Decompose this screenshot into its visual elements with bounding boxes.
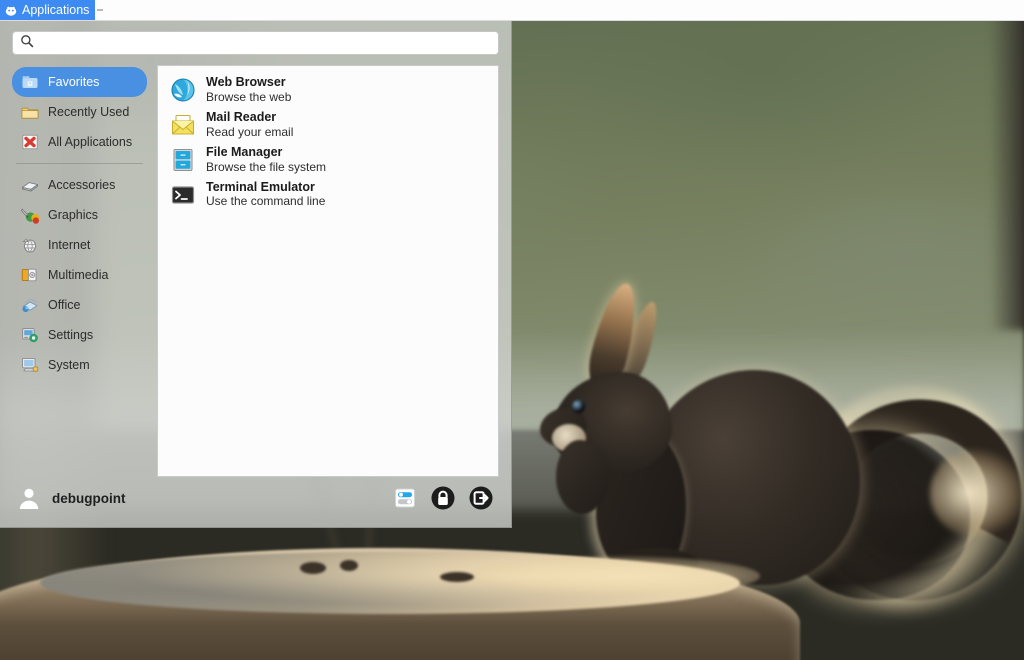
list-item[interactable]: Mail Reader Read your email	[158, 107, 498, 142]
sidebar-item-label: Internet	[48, 238, 90, 252]
folder-icon	[20, 102, 40, 122]
system-icon	[20, 355, 40, 375]
sidebar-item-label: Office	[48, 298, 80, 312]
multimedia-icon	[20, 265, 40, 285]
sidebar-item-label: All Applications	[48, 135, 132, 149]
sidebar-item-label: Graphics	[48, 208, 98, 222]
list-item[interactable]: Web Browser Browse the web	[158, 72, 498, 107]
menu-footer: debugpoint	[12, 477, 499, 519]
list-item-text: Mail Reader Read your email	[206, 110, 293, 139]
panel-empty-area	[104, 0, 1024, 20]
list-item-text: Terminal Emulator Use the command line	[206, 180, 325, 209]
favorites-icon	[20, 72, 40, 92]
application-description: Use the command line	[206, 194, 325, 208]
applications-menu-label: Applications	[22, 0, 89, 21]
sidebar-item-label: Recently Used	[48, 105, 129, 119]
graphics-icon	[20, 205, 40, 225]
application-list: Web Browser Browse the web	[157, 65, 499, 477]
squirrel-eye	[572, 400, 585, 413]
search-row	[12, 31, 499, 65]
lock-screen-button[interactable]	[429, 484, 457, 512]
globe-icon	[170, 77, 196, 103]
applications-menu-button[interactable]: Applications	[0, 0, 95, 20]
search-icon	[20, 34, 34, 53]
list-item[interactable]: Terminal Emulator Use the command line	[158, 177, 498, 212]
application-description: Browse the file system	[206, 160, 326, 174]
xfce-top-panel: Applications	[0, 0, 1024, 21]
all-apps-icon	[20, 132, 40, 152]
sidebar-item-label: Settings	[48, 328, 93, 342]
application-name: Terminal Emulator	[206, 180, 325, 195]
category-separator	[16, 163, 143, 164]
sidebar-item-label: System	[48, 358, 90, 372]
panel-drag-handle[interactable]	[95, 0, 104, 20]
log-out-button[interactable]	[467, 484, 495, 512]
squirrel-arm	[556, 440, 608, 514]
whisker-menu: Favorites Recently Used	[0, 21, 512, 528]
sidebar-item-favorites[interactable]: Favorites	[12, 67, 147, 97]
sidebar-item-office[interactable]: Office	[12, 290, 147, 320]
application-description: Read your email	[206, 125, 293, 139]
sidebar-item-multimedia[interactable]: Multimedia	[12, 260, 147, 290]
sidebar-item-system[interactable]: System	[12, 350, 147, 380]
sidebar-item-accessories[interactable]: Accessories	[12, 170, 147, 200]
menu-body: Favorites Recently Used	[12, 65, 499, 477]
username-label: debugpoint	[52, 491, 381, 506]
xfce-mouse-icon	[4, 3, 18, 17]
application-name: File Manager	[206, 145, 326, 160]
sidebar-item-recently-used[interactable]: Recently Used	[12, 97, 147, 127]
envelope-icon	[170, 112, 196, 138]
sidebar-item-all-applications[interactable]: All Applications	[12, 127, 147, 157]
wallpaper-stump-debris	[340, 560, 358, 571]
search-input[interactable]	[40, 36, 491, 50]
file-cabinet-icon	[170, 147, 196, 173]
wallpaper-tree-right	[990, 0, 1024, 330]
sidebar-item-settings[interactable]: Settings	[12, 320, 147, 350]
settings-button[interactable]	[391, 484, 419, 512]
desktop-screen: Applications	[0, 0, 1024, 660]
wallpaper-sawdust	[470, 556, 760, 596]
sidebar-item-label: Multimedia	[48, 268, 108, 282]
office-icon	[20, 295, 40, 315]
sidebar-item-graphics[interactable]: Graphics	[12, 200, 147, 230]
sidebar-item-label: Favorites	[48, 75, 99, 89]
terminal-icon	[170, 182, 196, 208]
list-item-text: Web Browser Browse the web	[206, 75, 291, 104]
application-description: Browse the web	[206, 90, 291, 104]
wallpaper-stump-debris	[300, 562, 326, 574]
list-item-text: File Manager Browse the file system	[206, 145, 326, 174]
settings-icon	[20, 325, 40, 345]
sidebar-item-label: Accessories	[48, 178, 115, 192]
search-box[interactable]	[12, 31, 499, 55]
accessories-icon	[20, 175, 40, 195]
application-name: Mail Reader	[206, 110, 293, 125]
list-item[interactable]: File Manager Browse the file system	[158, 142, 498, 177]
sidebar-item-internet[interactable]: Internet	[12, 230, 147, 260]
wallpaper-stump-debris	[440, 572, 474, 582]
application-name: Web Browser	[206, 75, 291, 90]
category-sidebar: Favorites Recently Used	[12, 65, 147, 477]
user-avatar-icon	[16, 485, 42, 511]
squirrel-tail-tip	[930, 448, 1024, 538]
internet-icon	[20, 235, 40, 255]
